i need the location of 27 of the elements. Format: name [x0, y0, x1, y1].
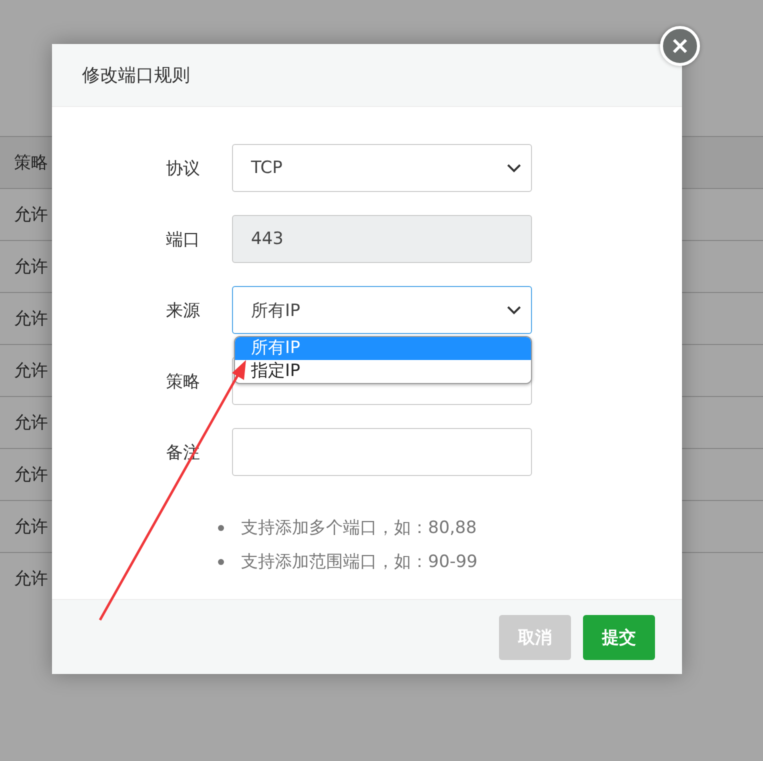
dialog-title: 修改端口规则 — [82, 64, 190, 87]
bullet-icon — [218, 525, 224, 531]
table-cell-text: 允许 — [14, 464, 48, 486]
table-cell-text: 允许 — [14, 308, 48, 330]
field-label: 策略 — [166, 370, 201, 392]
bullet-icon — [218, 559, 224, 565]
chevron-down-icon — [507, 306, 521, 314]
table-cell-text: 允许 — [14, 412, 48, 434]
field-label: 端口 — [166, 228, 201, 250]
close-icon — [672, 38, 688, 54]
table-cell-text: 允许 — [14, 256, 48, 278]
select-field[interactable]: 所有IP — [232, 286, 532, 334]
close-button[interactable] — [660, 26, 700, 66]
chevron-down-icon — [507, 164, 521, 172]
port-field[interactable]: 443 — [232, 215, 532, 263]
field-label: 协议 — [166, 158, 201, 180]
hint-text: 支持添加范围端口，如：90-99 — [241, 551, 478, 573]
table-cell-text: 允许 — [14, 360, 48, 382]
table-cell-text: 允许 — [14, 204, 48, 226]
dropdown-option[interactable]: 指定IP — [235, 360, 531, 383]
table-header: 策略 — [14, 152, 48, 174]
field-label: 来源 — [166, 300, 201, 322]
table-cell-text: 允许 — [14, 568, 48, 590]
hint-text: 支持添加多个端口，如：80,88 — [241, 517, 477, 539]
table-cell-text: 允许 — [14, 516, 48, 538]
select-field[interactable]: TCP — [232, 144, 532, 192]
input-field[interactable] — [232, 428, 532, 476]
